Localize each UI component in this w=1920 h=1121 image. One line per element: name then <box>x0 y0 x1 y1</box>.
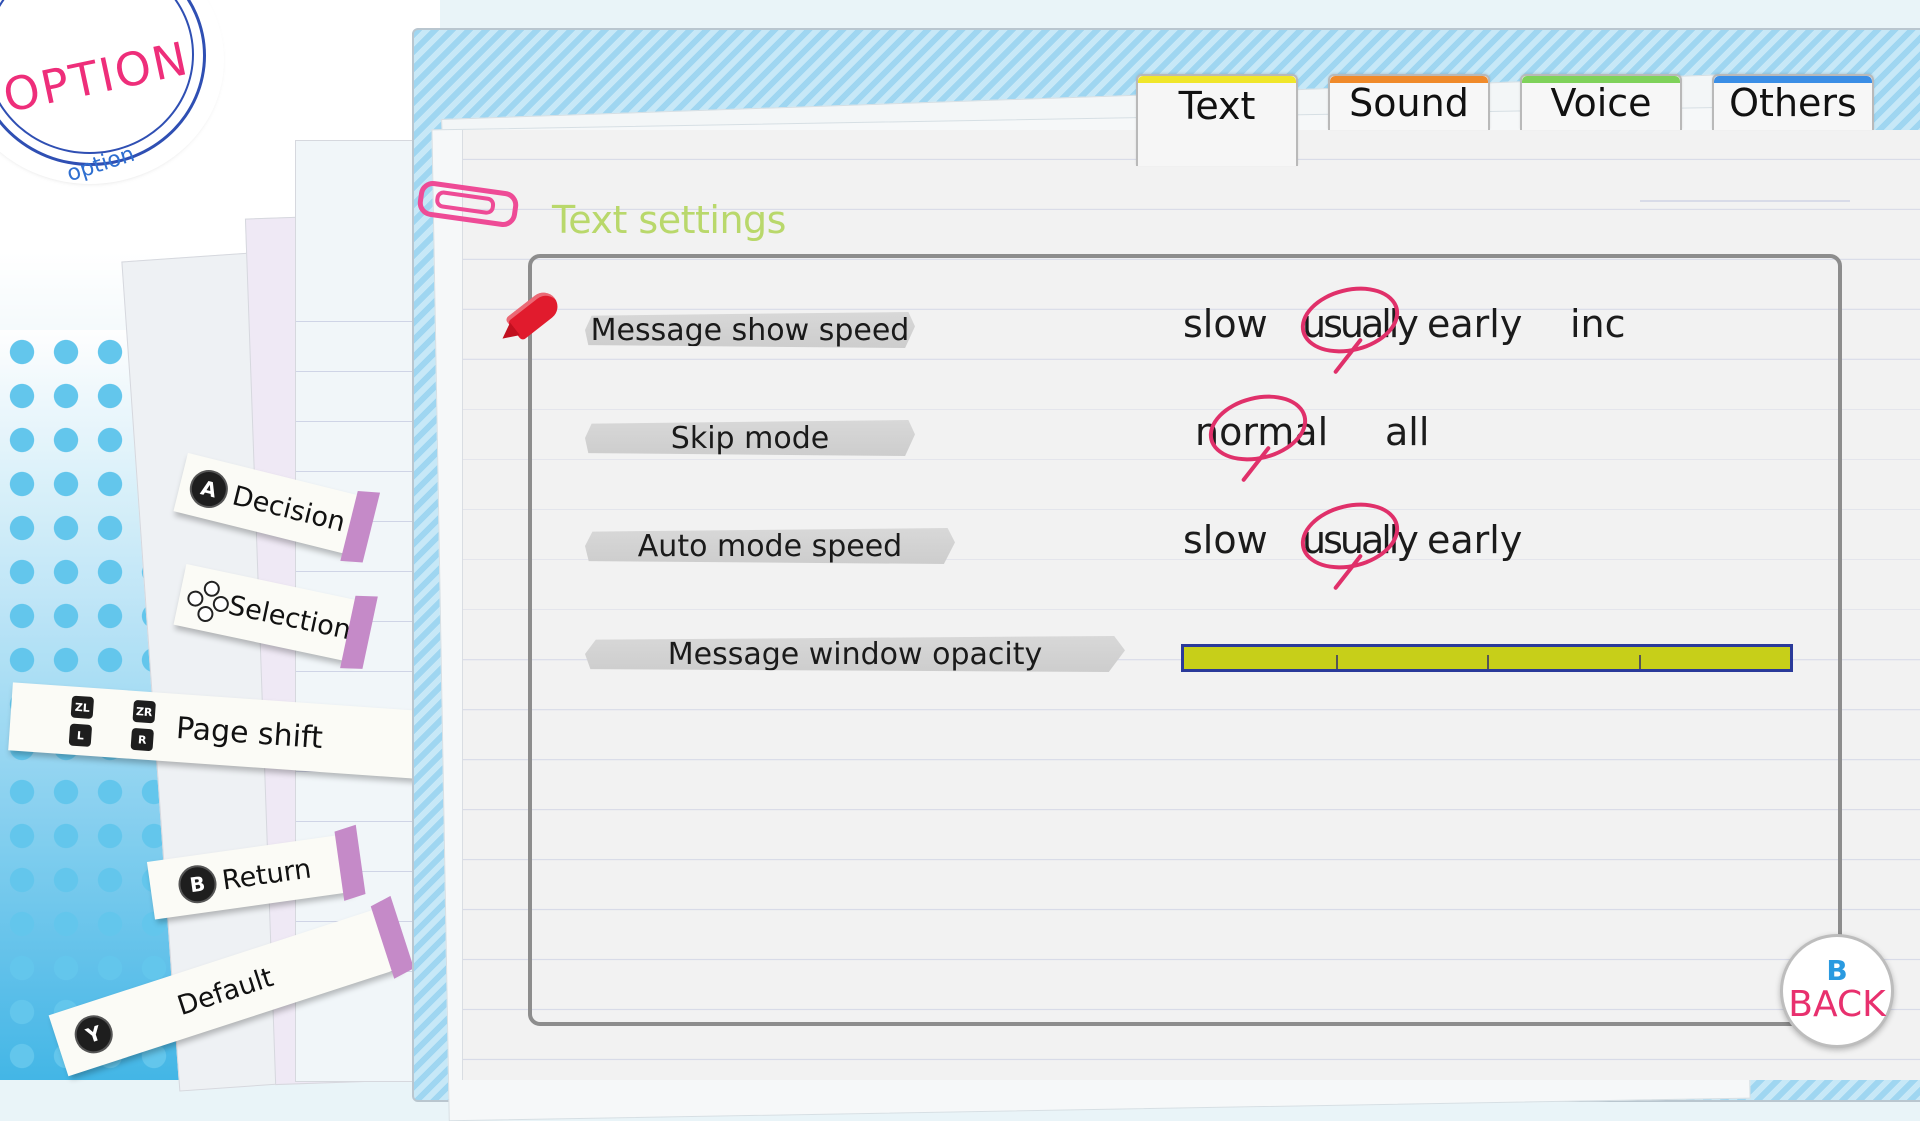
message-speed-option-inc[interactable]: inc <box>1570 302 1626 346</box>
auto-speed-option-early[interactable]: early <box>1427 518 1522 562</box>
y-button-icon: Y <box>69 1010 118 1059</box>
skip-mode-label: Skip mode <box>585 420 915 456</box>
auto-mode-speed-label: Auto mode speed <box>585 528 955 564</box>
r-key-icon: R <box>130 727 154 752</box>
message-show-speed-label: Message show speed <box>585 312 915 348</box>
tab-sound[interactable]: Sound <box>1328 74 1490 130</box>
message-speed-option-early[interactable]: early <box>1427 302 1522 346</box>
opacity-slider[interactable] <box>1181 644 1793 672</box>
l-key-icon: L <box>68 723 93 747</box>
skip-mode-option-all[interactable]: all <box>1385 410 1429 454</box>
a-button-icon: A <box>185 465 232 513</box>
divider <box>1640 200 1850 202</box>
tab-text-label: Text <box>1178 84 1256 128</box>
zr-key-icon: ZR <box>132 699 156 724</box>
zl-key-icon: ZL <box>70 695 95 720</box>
back-button[interactable]: B BACK <box>1780 934 1894 1048</box>
back-label: BACK <box>1788 984 1886 1025</box>
selection-label: Selection <box>225 589 354 646</box>
default-label: Default <box>173 961 277 1022</box>
return-label: Return <box>220 852 314 897</box>
tab-voice-label: Voice <box>1550 81 1652 125</box>
message-window-opacity-label: Message window opacity <box>585 636 1125 672</box>
b-button-icon: B <box>176 862 219 906</box>
tab-text[interactable]: Text <box>1136 74 1298 166</box>
tab-sound-label: Sound <box>1349 81 1469 125</box>
shoulder-keys-icon: ZL ZR L R <box>68 695 156 752</box>
dpad-icon <box>184 576 231 624</box>
page-shift-label: Page shift <box>174 710 324 756</box>
tab-others[interactable]: Others <box>1712 74 1874 130</box>
auto-speed-option-slow[interactable]: slow <box>1183 518 1268 562</box>
b-button-icon: B <box>1826 954 1848 987</box>
section-title: Text settings <box>552 198 786 242</box>
message-speed-option-slow[interactable]: slow <box>1183 302 1268 346</box>
decision-label: Decision <box>229 480 349 538</box>
tab-voice[interactable]: Voice <box>1520 74 1682 130</box>
tab-others-label: Others <box>1729 81 1857 125</box>
